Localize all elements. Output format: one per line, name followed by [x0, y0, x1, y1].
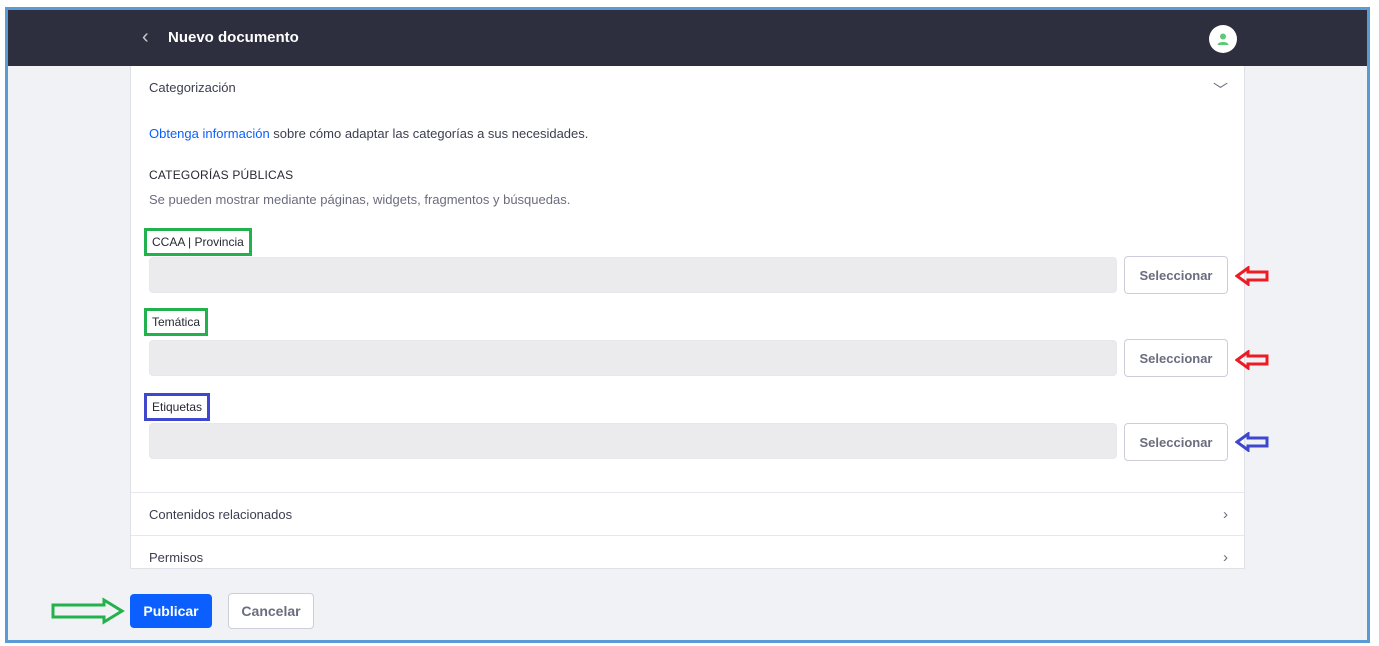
page-title: Nuevo documento	[168, 29, 299, 46]
red-arrow-left-icon	[1235, 350, 1269, 370]
blue-arrow-left-icon	[1235, 432, 1269, 452]
top-bar: ‹ Nuevo documento	[8, 10, 1367, 66]
permissions-section-header[interactable]: Permisos ›	[131, 536, 1244, 578]
etiquetas-input[interactable]	[149, 423, 1117, 459]
back-arrow-icon[interactable]: ‹	[142, 27, 149, 47]
field-label-ccaa-provincia: CCAA | Provincia	[144, 228, 252, 256]
red-arrow-left-icon	[1235, 266, 1269, 286]
form-card: Categorización ﹀ Obtenga información sob…	[130, 66, 1269, 569]
select-tematica-button[interactable]: Seleccionar	[1124, 339, 1228, 377]
user-icon	[1217, 33, 1229, 45]
chevron-right-icon: ›	[1223, 506, 1228, 523]
publish-button[interactable]: Publicar	[130, 594, 212, 628]
public-categories-heading: CATEGORÍAS PÚBLICAS	[149, 168, 294, 182]
user-avatar[interactable]	[1209, 25, 1237, 53]
ccaa-provincia-input[interactable]	[149, 257, 1117, 293]
section-label-permissions: Permisos	[149, 550, 204, 565]
select-ccaa-provincia-button[interactable]: Seleccionar	[1124, 256, 1228, 294]
info-text: Obtenga información sobre cómo adaptar l…	[149, 126, 588, 141]
related-content-section-header[interactable]: Contenidos relacionados ›	[131, 493, 1244, 535]
chevron-right-icon: ›	[1223, 549, 1228, 566]
field-label-etiquetas: Etiquetas	[144, 393, 211, 421]
app-frame: ‹ Nuevo documento Categorización ﹀ Obten…	[5, 7, 1370, 643]
section-label-related-content: Contenidos relacionados	[149, 507, 293, 522]
public-categories-description: Se pueden mostrar mediante páginas, widg…	[149, 192, 571, 207]
section-label-categorization: Categorización	[149, 80, 236, 95]
cancel-button[interactable]: Cancelar	[228, 593, 314, 629]
info-text-rest: sobre cómo adaptar las categorías a sus …	[269, 126, 589, 141]
green-arrow-right-icon	[51, 597, 125, 625]
chevron-down-icon: ﹀	[1212, 82, 1228, 99]
categorization-section-header[interactable]: Categorización ﹀	[131, 66, 1244, 108]
tematica-input[interactable]	[149, 340, 1117, 376]
field-label-tematica: Temática	[144, 308, 209, 336]
info-link[interactable]: Obtenga información	[149, 126, 270, 141]
select-etiquetas-button[interactable]: Seleccionar	[1124, 423, 1228, 461]
